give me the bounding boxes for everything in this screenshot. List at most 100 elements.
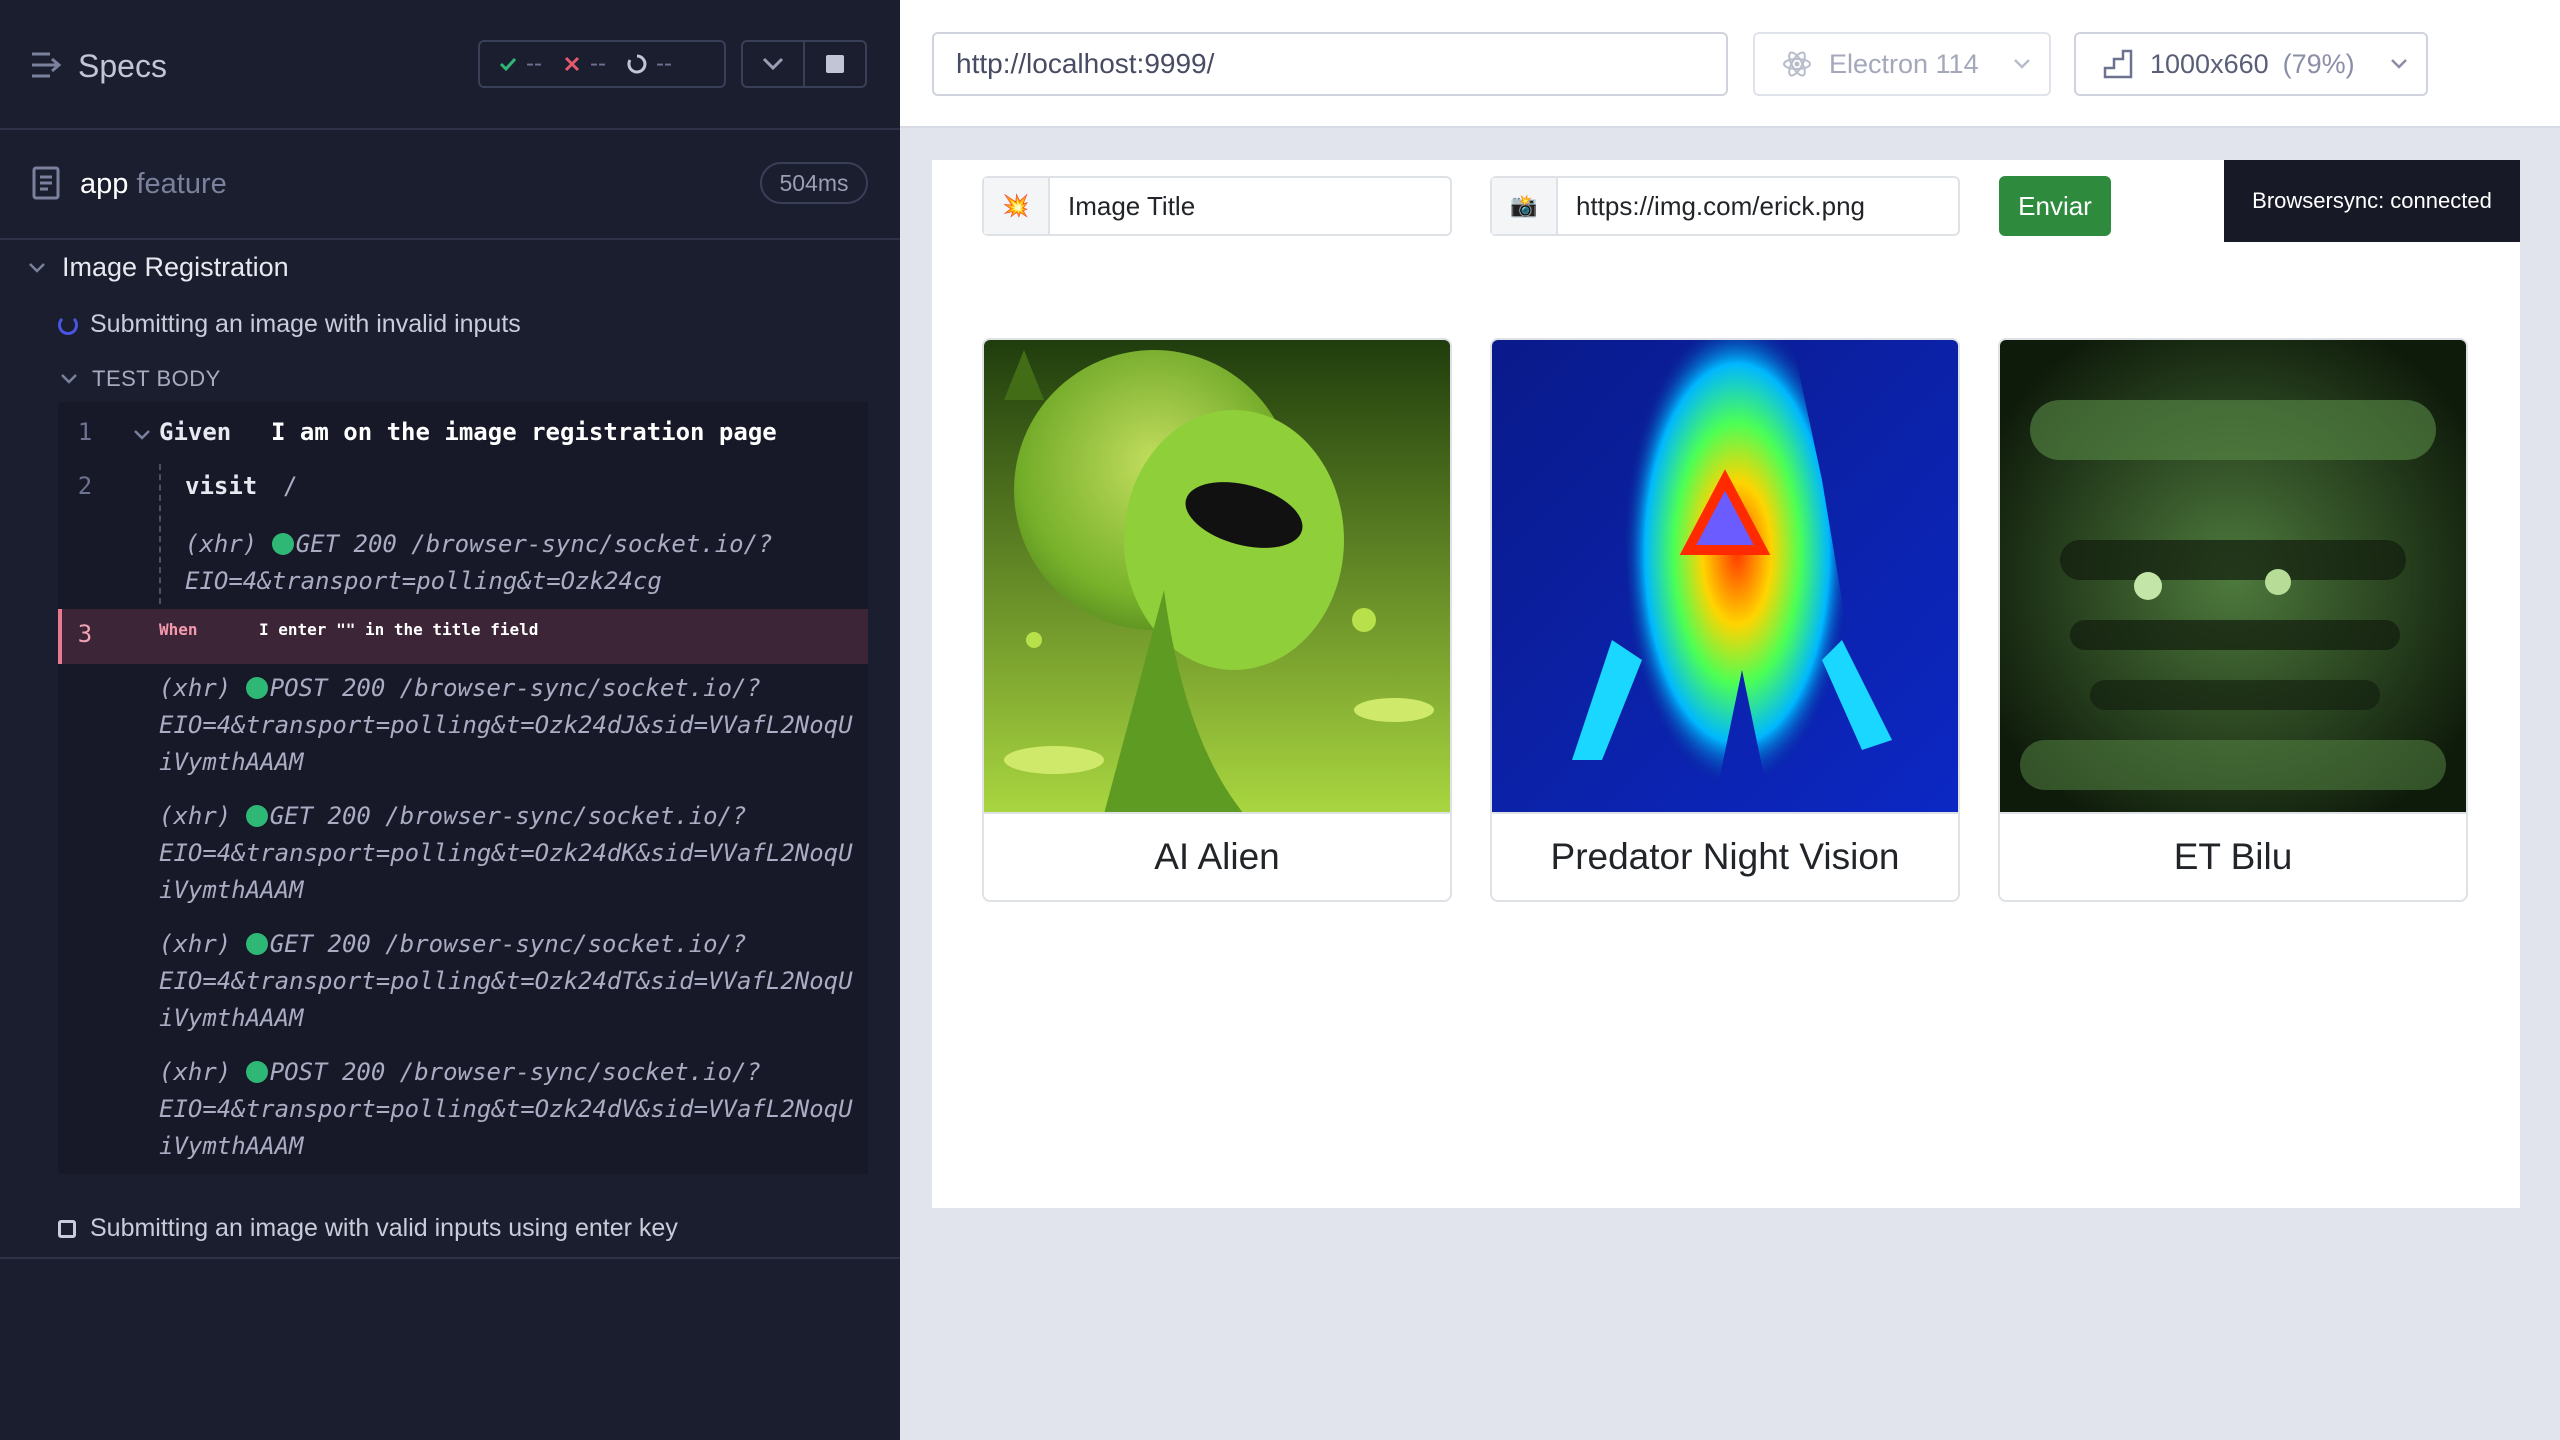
command-number: 1: [77, 418, 93, 446]
command-keyword: When: [159, 620, 198, 639]
url-field[interactable]: 📸 https://img.com/erick.png: [1490, 176, 1960, 236]
run-controls: [741, 40, 867, 88]
status-dot-icon: [245, 677, 268, 699]
reporter-header: Specs -- -- --: [0, 0, 900, 130]
command-text: I enter "" in the title field: [259, 620, 539, 639]
xhr-log[interactable]: (xhr) GET 200 /browser-sync/socket.io/? …: [185, 526, 773, 600]
url-input[interactable]: https://img.com/erick.png: [1558, 178, 1958, 234]
passed-stat: --: [498, 50, 542, 78]
xhr-line3: iVymthAAAM: [159, 1132, 304, 1160]
xhr-prefix: (xhr): [159, 802, 246, 830]
suite-label: Image Registration: [62, 252, 289, 282]
spec-name[interactable]: app feature: [80, 168, 227, 201]
xhr-line1: GET 200 /browser-sync/socket.io/?: [269, 930, 747, 958]
passed-count: --: [526, 50, 542, 77]
title-input[interactable]: Image Title: [1050, 178, 1450, 234]
xhr-log[interactable]: (xhr) POST 200 /browser-sync/socket.io/?…: [159, 1054, 853, 1165]
chevron-down-icon: [61, 374, 77, 384]
stop-icon: [826, 55, 844, 73]
check-icon: [499, 57, 517, 72]
image-card: Predator Night Vision: [1490, 338, 1960, 902]
command-visit[interactable]: 2 visit /: [58, 466, 868, 510]
card-image: [1492, 340, 1958, 814]
pending-count: --: [655, 50, 672, 77]
card-caption: Predator Night Vision: [1550, 836, 1900, 877]
xhr-line2: EIO=4&transport=polling&t=Ozk24dK&sid=VV…: [159, 839, 853, 867]
failed-stat: --: [562, 50, 606, 78]
command-number: 3: [77, 620, 93, 648]
ruler-icon: [2103, 49, 2133, 79]
card-image: [2000, 340, 2466, 814]
document-icon: [32, 166, 60, 205]
specs-list-icon[interactable]: [30, 50, 64, 80]
collapse-button[interactable]: [743, 42, 803, 86]
chevron-down-icon: [762, 57, 784, 71]
pending-stat: --: [626, 50, 672, 78]
xhr-line1: GET 200 /browser-sync/socket.io/?: [295, 530, 773, 558]
test-body-label: TEST BODY: [92, 366, 221, 391]
command-when-active[interactable]: 3 When I enter "" in the title field: [58, 609, 868, 664]
duration-badge: 504ms: [760, 162, 868, 204]
viewport-size: 1000x660: [2150, 48, 2269, 79]
xhr-line3: iVymthAAAM: [159, 876, 304, 904]
zoom-level: (79%): [2282, 48, 2355, 79]
image-card: ET Bilu: [1998, 338, 2468, 902]
image-card: AI Alien: [982, 338, 1452, 902]
xhr-log[interactable]: (xhr) GET 200 /browser-sync/socket.io/? …: [159, 926, 853, 1037]
reporter-panel: Specs -- -- -- app feature 504ms Image R…: [0, 0, 900, 1440]
command-keyword: visit: [185, 472, 258, 500]
test-title-label: Submitting an image with invalid inputs: [90, 310, 521, 338]
command-given[interactable]: 1 Given I am on the image registration p…: [58, 412, 868, 456]
command-log: 1 Given I am on the image registration p…: [58, 402, 868, 1174]
card-caption: AI Alien: [1154, 836, 1280, 877]
title-field[interactable]: 💥 Image Title: [982, 176, 1452, 236]
xhr-log[interactable]: (xhr) POST 200 /browser-sync/socket.io/?…: [159, 670, 853, 781]
xhr-line3: iVymthAAAM: [159, 748, 304, 776]
test-queued[interactable]: Submitting an image with valid inputs us…: [58, 1214, 678, 1243]
app-under-test: 💥 Image Title 📸 https://img.com/erick.pn…: [932, 160, 2520, 1208]
chevron-down-icon: [2014, 59, 2030, 69]
stop-button[interactable]: [803, 42, 865, 86]
xhr-prefix: (xhr): [159, 674, 246, 702]
xhr-line2: EIO=4&transport=polling&t=Ozk24dV&sid=VV…: [159, 1095, 853, 1123]
running-spinner-icon: [58, 314, 78, 335]
xhr-prefix: (xhr): [159, 930, 246, 958]
xhr-prefix: (xhr): [159, 1058, 246, 1086]
test-body-toggle[interactable]: TEST BODY: [60, 366, 221, 392]
test-stats: -- -- --: [478, 40, 726, 88]
viewport-selector[interactable]: 1000x660 (79%): [2074, 32, 2428, 96]
command-text: /: [283, 472, 298, 500]
card-caption: ET Bilu: [2173, 836, 2293, 877]
pending-icon: [627, 54, 647, 74]
x-icon: [564, 56, 580, 72]
command-text: I am on the image registration page: [271, 418, 777, 446]
card-image: [984, 340, 1450, 814]
xhr-log[interactable]: (xhr) GET 200 /browser-sync/socket.io/? …: [159, 798, 853, 909]
aut-header: http://localhost:9999/ Electron 114 1000…: [900, 0, 2560, 128]
suite-title[interactable]: Image Registration: [28, 252, 289, 283]
divider: [0, 1257, 900, 1259]
status-dot-icon: [271, 533, 294, 555]
spec-file-row: app feature 504ms: [0, 130, 900, 240]
browsersync-notice: Browsersync: connected: [2224, 160, 2520, 242]
command-number: 2: [77, 472, 93, 500]
test-title-label: Submitting an image with valid inputs us…: [90, 1214, 678, 1242]
explosion-icon: 💥: [984, 178, 1050, 234]
status-dot-icon: [245, 805, 268, 827]
chevron-down-icon: [134, 430, 150, 440]
browser-selector[interactable]: Electron 114: [1753, 32, 2051, 96]
test-running[interactable]: Submitting an image with invalid inputs: [58, 310, 521, 339]
spec-file-name: app: [80, 168, 129, 200]
submit-button[interactable]: Enviar: [1999, 176, 2111, 236]
command-keyword: Given: [159, 418, 232, 446]
failed-count: --: [589, 50, 606, 77]
browser-label: Electron 114: [1829, 48, 1979, 79]
specs-title[interactable]: Specs: [78, 48, 167, 85]
xhr-line1: POST 200 /browser-sync/socket.io/?: [269, 674, 761, 702]
spec-file-ext: feature: [136, 168, 227, 200]
url-bar[interactable]: http://localhost:9999/: [932, 32, 1728, 96]
camera-icon: 📸: [1492, 178, 1558, 234]
status-dot-icon: [245, 1061, 268, 1083]
queued-checkbox-icon: [58, 1219, 76, 1238]
xhr-line1: POST 200 /browser-sync/socket.io/?: [269, 1058, 761, 1086]
